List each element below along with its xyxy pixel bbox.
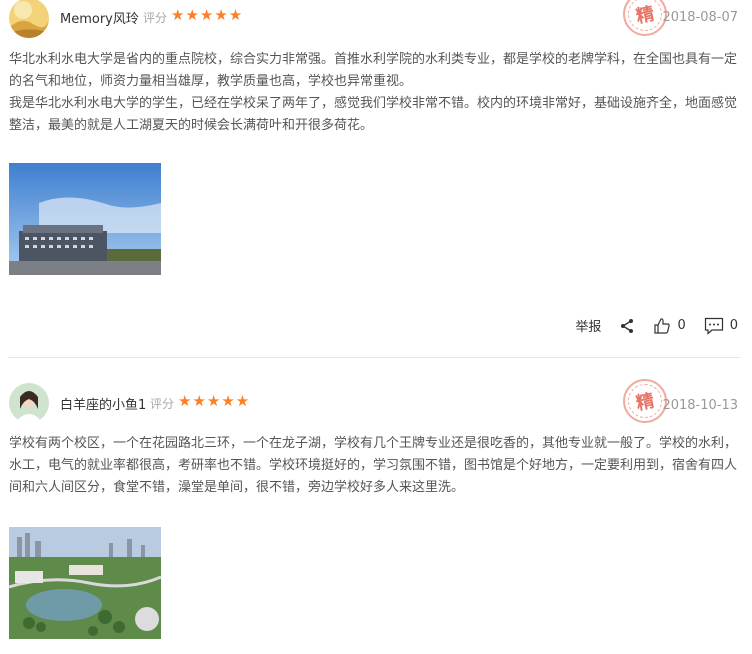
- featured-seal-text: 精: [634, 3, 657, 28]
- rating-stars: ★★★★★: [171, 6, 244, 24]
- featured-seal-icon: 精: [623, 0, 667, 36]
- thumbs-up-icon: [654, 317, 671, 334]
- review-photo[interactable]: [9, 163, 161, 275]
- like-count: 0: [677, 318, 686, 333]
- review-content: 学校有两个校区，一个在花园路北三环，一个在龙子湖，学校有几个王牌专业还是很吃香的…: [9, 433, 739, 499]
- rating-stars: ★★★★★: [178, 392, 251, 410]
- featured-seal-text: 精: [634, 390, 657, 415]
- comment-button[interactable]: 0: [704, 317, 738, 335]
- report-label: 举报: [575, 320, 602, 335]
- share-icon: [621, 318, 634, 333]
- username[interactable]: Memory风玲: [60, 8, 139, 27]
- review-paragraph: 我是华北水利水电大学的学生，已经在学校呆了两年了，感觉我们学校非常不错。校内的环…: [9, 96, 738, 133]
- avatar[interactable]: [9, 383, 49, 423]
- comment-count: 0: [729, 318, 738, 333]
- username[interactable]: 白羊座的小鱼1: [60, 394, 146, 413]
- share-button[interactable]: [619, 318, 635, 334]
- avatar[interactable]: [9, 0, 49, 38]
- review-content: 华北水利水电大学是省内的重点院校，综合实力非常强。首推水利学院的水利类专业，都是…: [9, 49, 739, 137]
- comment-icon: [704, 317, 723, 335]
- review-card: 白羊座的小鱼1 评分 ★★★★★ 精 2018-10-13 学校有两个校区，一个…: [0, 370, 752, 654]
- featured-seal-icon: 精: [623, 379, 667, 423]
- review-paragraph: 学校有两个校区，一个在花园路北三环，一个在龙子湖，学校有几个王牌专业还是很吃香的…: [9, 436, 738, 495]
- review-paragraph: 华北水利水电大学是省内的重点院校，综合实力非常强。首推水利学院的水利类专业，都是…: [9, 52, 738, 89]
- rating-label: 评分: [143, 11, 168, 25]
- review-date: 2018-10-13: [662, 398, 738, 413]
- review-actions: 举报 0 0: [557, 316, 738, 335]
- rating-label: 评分: [150, 397, 175, 411]
- report-button[interactable]: 举报: [575, 316, 601, 335]
- like-button[interactable]: 0: [653, 317, 686, 335]
- review-divider: [8, 357, 740, 358]
- review-card: Memory风玲 评分 ★★★★★ 精 2018-08-07 华北水利水电大学是…: [0, 0, 752, 358]
- review-date: 2018-08-07: [662, 10, 738, 25]
- review-photo[interactable]: [9, 527, 161, 639]
